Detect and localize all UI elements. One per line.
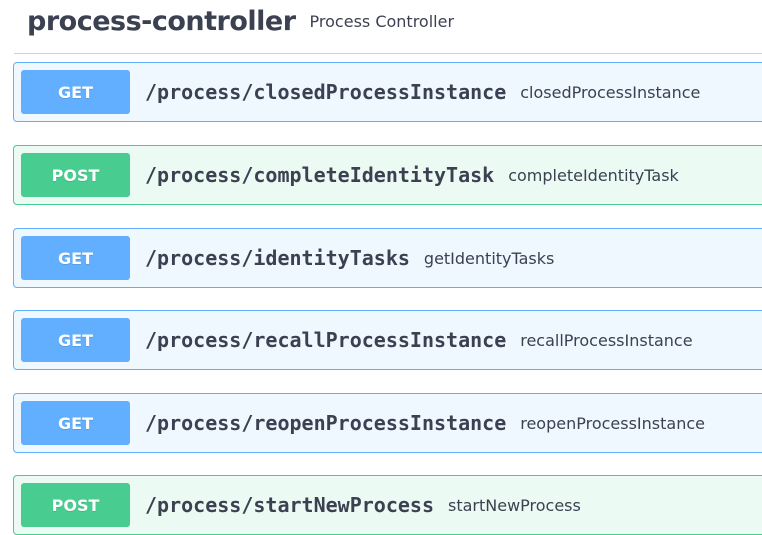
operation-summary: startNewProcess — [447, 495, 581, 515]
method-badge: GET — [21, 236, 130, 280]
operation-reopen-process-instance[interactable]: GET /process/reopenProcessInstance reope… — [13, 393, 762, 453]
tag-description: Process Controller — [309, 12, 455, 31]
tag-section-header[interactable]: process-controller Process Controller — [14, 0, 762, 54]
operation-path: /process/completeIdentityTask — [145, 163, 495, 187]
method-badge: GET — [21, 318, 130, 362]
operation-path: /process/recallProcessInstance — [145, 328, 507, 352]
method-badge: POST — [21, 483, 130, 527]
operation-path: /process/closedProcessInstance — [145, 80, 507, 104]
operation-summary: completeIdentityTask — [508, 165, 679, 185]
operation-summary: reopenProcessInstance — [520, 413, 705, 433]
method-badge: GET — [21, 70, 130, 114]
operation-summary: getIdentityTasks — [423, 248, 555, 268]
method-badge: POST — [21, 153, 130, 197]
operation-summary: closedProcessInstance — [520, 82, 701, 102]
operation-path: /process/reopenProcessInstance — [145, 411, 507, 435]
operation-recall-process-instance[interactable]: GET /process/recallProcessInstance recal… — [13, 310, 762, 370]
tag-name: process-controller — [27, 6, 296, 37]
method-badge: GET — [21, 401, 130, 445]
operation-path: /process/startNewProcess — [145, 493, 434, 517]
operation-identity-tasks[interactable]: GET /process/identityTasks getIdentityTa… — [13, 228, 762, 288]
operation-closed-process-instance[interactable]: GET /process/closedProcessInstance close… — [13, 62, 762, 122]
operation-start-new-process[interactable]: POST /process/startNewProcess startNewPr… — [13, 475, 762, 535]
operation-complete-identity-task[interactable]: POST /process/completeIdentityTask compl… — [13, 145, 762, 205]
operation-path: /process/identityTasks — [145, 246, 410, 270]
operation-summary: recallProcessInstance — [520, 330, 693, 350]
